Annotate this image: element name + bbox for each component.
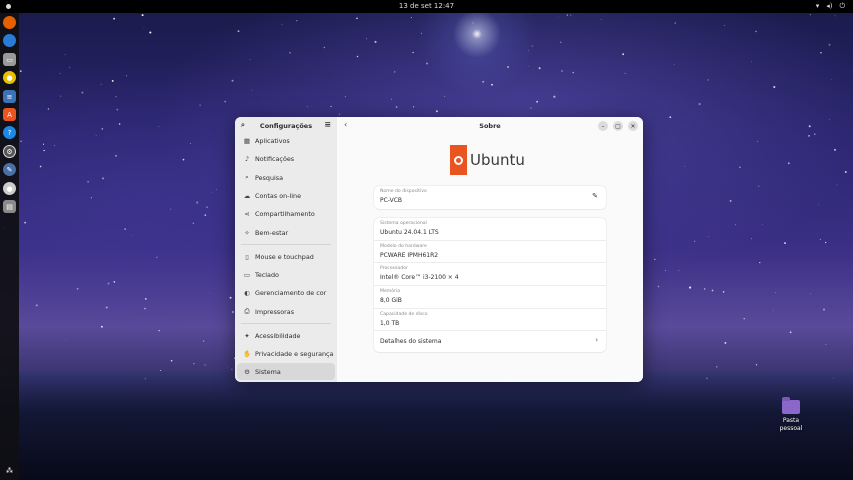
close-button[interactable]: ✕ (628, 121, 638, 131)
edit-icon[interactable]: ✎ (592, 192, 598, 200)
bell-icon: ♪ (244, 154, 250, 163)
minimize-button[interactable]: – (598, 121, 608, 131)
content-pane: ‹ Sobre – ▢ ✕ Ubuntu Nome do dispositivo… (337, 117, 643, 382)
sidebar-item-notificacoes[interactable]: ♪ Notificações (237, 150, 335, 167)
sidebar-item-teclado[interactable]: ▭ Teclado (237, 266, 335, 283)
folder-icon (782, 397, 800, 414)
apps-icon: ▦ (243, 136, 251, 145)
keyboard-icon: ▭ (243, 270, 251, 279)
info-row: Memória 8,0 GiB (374, 286, 606, 309)
mouse-icon: ▯ (245, 252, 249, 261)
wellbeing-icon: ✧ (244, 228, 250, 237)
sidebar-item-mouse[interactable]: ▯ Mouse e touchpad (237, 248, 335, 265)
sidebar-item-acessibilidade[interactable]: ✦ Acessibilidade (237, 327, 335, 344)
sidebar-item-impressoras[interactable]: ⎙ Impressoras (237, 303, 335, 320)
device-name-card: Nome do dispositivo PC-VCB ✎ (374, 186, 606, 209)
settings-icon[interactable]: ⚙ (3, 145, 16, 158)
sidebar-item-cor[interactable]: ◐ Gerenciamento de cor (237, 284, 335, 301)
system-details-label: Detalhes do sistema (380, 338, 442, 346)
info-row: Processador Intel® Core™ i3-2100 × 4 (374, 263, 606, 287)
tool-icon[interactable]: ✎ (3, 163, 16, 176)
sidebar-item-compartilhamento[interactable]: ⋖ Compartilhamento (237, 205, 335, 222)
sidebar-divider (241, 323, 331, 324)
gear-icon: ⚙ (244, 367, 250, 376)
menu-icon[interactable]: ≡ (324, 120, 331, 129)
ubuntu-mark-icon (450, 145, 467, 175)
system-tray[interactable]: ▾ ◂) ⏻ (816, 2, 845, 11)
libreoffice-writer-icon[interactable]: ≡ (3, 90, 16, 103)
settings-window: ⌕ Configurações ≡ ▦ Aplicativos ♪ Notifica… (235, 117, 643, 382)
sidebar-item-privacidade[interactable]: ✋ Privacidade e segurança (237, 345, 335, 362)
help-icon[interactable]: ? (3, 126, 16, 139)
info-row: Capacidade de disco 1,0 TB (374, 309, 606, 332)
privacy-icon: ✋ (242, 349, 252, 358)
sidebar-item-sistema[interactable]: ⚙ Sistema (237, 363, 335, 380)
sidebar-item-aplicativos[interactable]: ▦ Aplicativos (237, 132, 335, 149)
volume-icon: ◂) (826, 2, 833, 10)
content-header: ‹ Sobre – ▢ ✕ (337, 117, 643, 134)
printer-icon: ⎙ (244, 307, 250, 315)
show-apps-icon[interactable]: ⁂ (3, 464, 16, 477)
home-folder[interactable]: Pasta pessoal (772, 397, 810, 433)
folder-label: Pasta pessoal (779, 417, 803, 432)
cloud-icon: ☁ (243, 191, 251, 200)
device-name-label: Nome do dispositivo (380, 189, 427, 194)
logo-text: Ubuntu (470, 151, 525, 169)
sidebar-divider (241, 244, 331, 245)
trash-icon[interactable]: ▤ (3, 200, 16, 213)
sidebar-item-bem-estar[interactable]: ✧ Bem-estar (237, 224, 335, 241)
sidebar: ⌕ Configurações ≡ ▦ Aplicativos ♪ Notifica… (235, 117, 337, 382)
top-bar: 13 de set 12:47 ▾ ◂) ⏻ (0, 0, 853, 13)
share-icon: ⋖ (244, 209, 250, 218)
sidebar-item-contas[interactable]: ☁ Contas on-line (237, 187, 335, 204)
chevron-right-icon: › (595, 336, 598, 345)
firefox-icon[interactable] (3, 16, 16, 29)
sidebar-item-pesquisa[interactable]: ⌕ Pesquisa (237, 169, 335, 186)
power-icon: ⏻ (839, 2, 845, 10)
device-name-value: PC-VCB (380, 197, 403, 204)
maximize-button[interactable]: ▢ (613, 121, 623, 131)
dock: ▭ ● ≡ A ? ⚙ ✎ ● ▤ ⁂ (0, 13, 19, 480)
color-icon: ◐ (244, 288, 250, 297)
files-icon[interactable]: ▭ (3, 53, 16, 66)
ubuntu-logo: Ubuntu (450, 145, 525, 175)
info-row: Sistema operacional Ubuntu 24.04.1 LTS (374, 218, 606, 241)
horizon-rocks (0, 372, 853, 480)
system-info-card: Sistema operacional Ubuntu 24.04.1 LTS M… (374, 218, 606, 353)
rhythmbox-icon[interactable]: ● (3, 71, 16, 84)
clock[interactable]: 13 de set 12:47 (0, 2, 853, 10)
info-row: Modelo do hardware PCWARE IPMH61R2 (374, 241, 606, 264)
network-icon: ▾ (815, 2, 820, 10)
search-icon: ⌕ (245, 173, 249, 181)
accessibility-icon: ✦ (244, 331, 250, 340)
device-name-row[interactable]: Nome do dispositivo PC-VCB ✎ (374, 186, 606, 209)
system-details-row[interactable]: Detalhes do sistema › (374, 331, 606, 352)
sidebar-title: Configurações (259, 122, 313, 130)
app-center-icon[interactable]: A (3, 108, 16, 121)
thunderbird-icon[interactable] (3, 34, 16, 47)
disc-icon[interactable]: ● (3, 182, 16, 195)
